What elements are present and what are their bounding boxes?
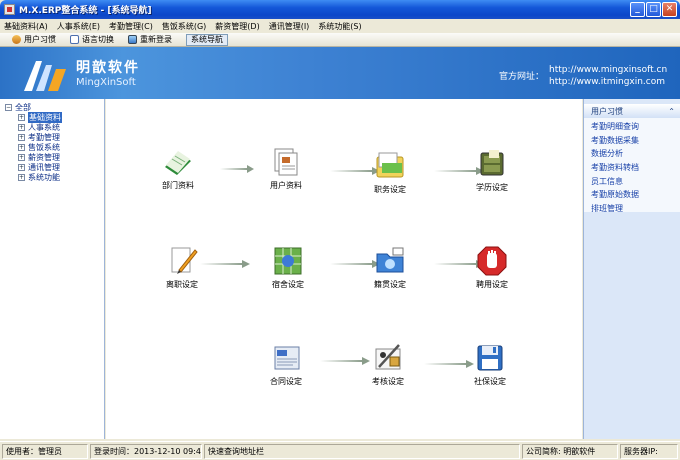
language-switch-button[interactable]: 语言切换	[70, 34, 114, 45]
menu-communication[interactable]: 通讯管理(I)	[269, 21, 310, 32]
quick-link[interactable]: 考勤资料转档	[591, 162, 680, 173]
relogin-label: 重新登录	[140, 35, 172, 44]
quick-link[interactable]: 考勤原始数据	[591, 189, 680, 200]
expand-icon[interactable]: +	[18, 144, 25, 151]
menu-bar: 基础资料(A) 人事系统(E) 考勤管理(C) 售饭系统(G) 薪资管理(D) …	[0, 19, 680, 33]
navigation-panel: 部门资料 用户资料 职务设定 学历设定 离职设定 宿舍设定 籍贯设定 聘用设定 …	[106, 99, 582, 439]
nav-contract-label: 合同设定	[270, 377, 302, 386]
stop-hand-icon	[477, 246, 507, 276]
tree-node-system-functions[interactable]: + 系统功能	[18, 172, 60, 183]
assessment-tools-icon	[375, 344, 401, 370]
nav-dormitory[interactable]: 宿舍设定	[258, 244, 318, 290]
status-login-time: 登录时间：2013-12-10 09:46	[90, 444, 202, 459]
nav-social-security[interactable]: 社保设定	[460, 341, 520, 387]
book-icon	[165, 151, 191, 175]
nav-user-label: 用户资料	[270, 181, 302, 190]
nav-department-label: 部门资料	[162, 181, 194, 190]
language-switch-label: 语言切换	[82, 35, 114, 44]
window-title: M.X.ERP整合系统 - [系统导航]	[19, 6, 152, 16]
quick-link[interactable]: 排班管理	[591, 203, 680, 214]
nav-employment[interactable]: 聘用设定	[462, 244, 522, 290]
collapse-chevron-icon[interactable]: ⌃	[668, 107, 675, 116]
menu-attendance[interactable]: 考勤管理(C)	[109, 21, 153, 32]
pencil-note-icon	[171, 247, 198, 274]
map-grid-icon	[274, 247, 302, 275]
banner: 明歆软件 MingXinSoft 官方网址： http://www.mingxi…	[0, 47, 680, 99]
expand-icon[interactable]: +	[18, 154, 25, 161]
app-icon[interactable]	[4, 4, 15, 15]
quick-query-field[interactable]: 快速查询地址栏	[204, 444, 520, 459]
toolbar: 用户习惯 语言切换 重新登录 系统导航	[0, 33, 680, 47]
expand-icon[interactable]: +	[18, 164, 25, 171]
nav-position[interactable]: 职务设定	[360, 149, 420, 195]
network-folder-icon	[376, 247, 404, 273]
nav-native-place[interactable]: 籍贯设定	[360, 244, 420, 290]
status-bar: 使用者：管理员 登录时间：2013-12-10 09:46 快速查询地址栏 公司…	[0, 441, 680, 460]
expand-icon[interactable]: +	[18, 174, 25, 181]
expand-icon[interactable]: +	[18, 114, 25, 121]
quick-link[interactable]: 员工信息	[591, 176, 680, 187]
quick-link[interactable]: 数据分析	[591, 148, 680, 159]
menu-basic-data[interactable]: 基础资料(A)	[4, 21, 48, 32]
nav-employment-label: 聘用设定	[476, 280, 508, 289]
nav-assessment[interactable]: 考核设定	[358, 341, 418, 387]
user-icon	[12, 35, 21, 44]
minimize-button[interactable]: _	[630, 2, 645, 17]
menu-payroll[interactable]: 薪资管理(D)	[215, 21, 259, 32]
nav-social-security-label: 社保设定	[474, 377, 506, 386]
module-tree: − 全部 + 基础资料 + 人事系统 + 考勤管理 + 售饭系统 + 薪资管理 …	[0, 99, 105, 439]
nav-department[interactable]: 部门资料	[148, 145, 208, 191]
tree-node-label: 系统功能	[28, 173, 60, 182]
nav-user[interactable]: 用户资料	[256, 145, 316, 191]
brand-name-en: MingXinSoft	[76, 77, 136, 88]
documents-icon	[274, 148, 298, 176]
nav-resignation-label: 离职设定	[166, 280, 198, 289]
menu-system-functions[interactable]: 系统功能(S)	[318, 21, 361, 32]
status-server-ip: 服务器IP:	[620, 444, 678, 459]
website-url-2[interactable]: http://www.itmingxin.com	[549, 77, 665, 87]
nav-dormitory-label: 宿舍设定	[272, 280, 304, 289]
menu-hr-system[interactable]: 人事系统(E)	[57, 21, 100, 32]
menu-meal-system[interactable]: 售饭系统(G)	[162, 21, 206, 32]
collapse-icon[interactable]: −	[5, 104, 12, 111]
nav-assessment-label: 考核设定	[372, 377, 404, 386]
quick-links-panel: 用户习惯 ⌃ 考勤明细查询 考勤数据采集 数据分析 考勤资料转档 员工信息 考勤…	[583, 99, 680, 439]
nav-native-place-label: 籍贯设定	[374, 280, 406, 289]
status-user: 使用者：管理员	[2, 444, 88, 459]
monitor-icon	[128, 35, 137, 44]
folder-icon	[376, 152, 404, 178]
user-habits-label: 用户习惯	[24, 35, 56, 44]
user-habits-button[interactable]: 用户习惯	[12, 34, 56, 45]
title-bar: M.X.ERP整合系统 - [系统导航] _ □ ✕	[0, 0, 680, 19]
company-logo	[24, 61, 66, 91]
panel-title: 用户习惯	[591, 106, 623, 116]
file-cabinet-icon	[480, 150, 504, 176]
floppy-disk-icon	[477, 345, 503, 371]
expand-icon[interactable]: +	[18, 134, 25, 141]
language-icon	[70, 35, 79, 44]
quick-link[interactable]: 考勤明细查询	[591, 121, 680, 132]
contract-icon	[274, 346, 300, 370]
maximize-button[interactable]: □	[646, 2, 661, 17]
nav-position-label: 职务设定	[374, 185, 406, 194]
panel-body: 考勤明细查询 考勤数据采集 数据分析 考勤资料转档 员工信息 考勤原始数据 排班…	[584, 118, 680, 214]
expand-icon[interactable]: +	[18, 124, 25, 131]
panel-header[interactable]: 用户习惯 ⌃	[584, 104, 680, 118]
arrow-icon	[200, 260, 250, 268]
website-url-1[interactable]: http://www.mingxinsoft.cn	[549, 65, 667, 75]
system-nav-label: 系统导航	[191, 35, 223, 44]
quick-link[interactable]: 考勤数据采集	[591, 135, 680, 146]
status-company: 公司简称: 明歆软件	[522, 444, 618, 459]
close-button[interactable]: ✕	[662, 2, 677, 17]
relogin-button[interactable]: 重新登录	[128, 34, 172, 45]
nav-education-label: 学历设定	[476, 183, 508, 192]
brand-name-cn: 明歆软件	[76, 60, 140, 76]
tab-system-nav[interactable]: 系统导航	[186, 33, 228, 46]
arrow-icon	[220, 165, 254, 173]
website-label: 官方网址：	[499, 72, 545, 82]
nav-contract[interactable]: 合同设定	[256, 341, 316, 387]
nav-education[interactable]: 学历设定	[462, 147, 522, 193]
